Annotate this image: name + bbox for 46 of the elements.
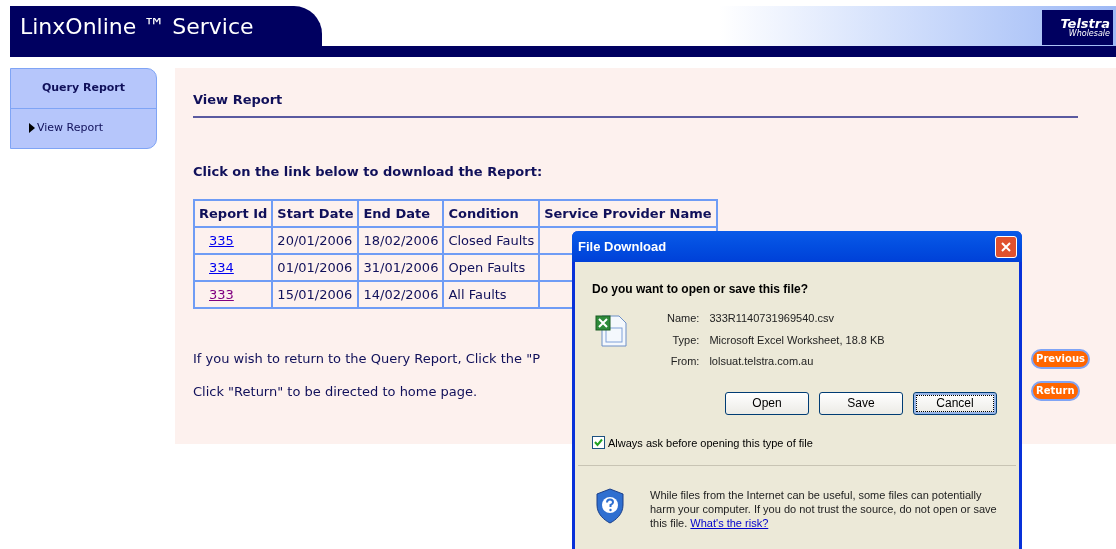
sidebar-heading: Query Report <box>41 80 126 97</box>
report-link[interactable]: 333 <box>209 286 234 302</box>
dialog-title-bar: File Download <box>572 231 1022 262</box>
column-header: Report Id <box>194 200 273 227</box>
risk-link[interactable]: What's the risk? <box>690 517 769 529</box>
dialog-button[interactable]: Open <box>725 391 809 415</box>
column-header: Service Provider Name <box>539 200 717 227</box>
table-cell: 18/02/2006 <box>358 227 444 254</box>
table-cell: 15/01/2006 <box>272 281 359 308</box>
field-value: lolsuat.telstra.com.au <box>709 354 815 369</box>
shield-question-icon <box>595 488 625 524</box>
close-icon <box>1001 241 1011 252</box>
warning-text: While files from the Internet can be useful, some files can potentially harm your computer. If you do not trust the source, do not open or save this file. What's the risk? <box>650 488 998 530</box>
table-cell: 01/01/2006 <box>272 254 359 281</box>
company-logo: Telstra Wholesale <box>1042 10 1113 45</box>
field-label: Name: <box>667 311 700 326</box>
instruction-text: If you wish to return to the Query Report, Click the "P <box>193 350 542 368</box>
report-link[interactable]: 334 <box>209 259 234 275</box>
intro-text: Click on the link below to download the Report: <box>193 162 544 181</box>
checkbox[interactable] <box>592 436 605 450</box>
table-cell: All Faults <box>443 281 540 308</box>
table-cell: 14/02/2006 <box>358 281 444 308</box>
field-value: Microsoft Excel Worksheet, 18.8 KB <box>709 332 885 348</box>
site-title: LinxOnline ™ Service <box>20 12 254 41</box>
field-label: From: <box>669 354 700 369</box>
field-value: 333R1140731969540.csv <box>709 311 835 326</box>
close-button[interactable] <box>995 235 1017 258</box>
dialog-question: Do you want to open or save this file? <box>592 281 810 298</box>
spreadsheet-file-icon <box>595 314 629 348</box>
column-header: Start Date <box>272 200 359 227</box>
column-header: Condition <box>443 200 540 227</box>
table-cell: 20/01/2006 <box>272 227 359 254</box>
instruction-text: Click "Return" to be directed to home page. <box>193 382 479 401</box>
page-title: View Report <box>193 90 1078 118</box>
dialog-button[interactable]: Save <box>819 391 903 415</box>
triangle-icon <box>29 123 35 133</box>
table-cell: Closed Faults <box>443 227 540 254</box>
column-header: End Date <box>358 200 444 227</box>
field-label: Type: <box>671 332 700 348</box>
checkbox-label: Always ask before opening this type of file <box>608 435 813 451</box>
report-link[interactable]: 335 <box>209 232 234 248</box>
table-cell: 31/01/2006 <box>358 254 444 281</box>
check-icon <box>594 438 603 448</box>
table-cell: Open Faults <box>443 254 540 281</box>
sidebar-item[interactable]: View Report <box>11 109 156 147</box>
dialog-button[interactable]: Cancel <box>913 391 997 415</box>
